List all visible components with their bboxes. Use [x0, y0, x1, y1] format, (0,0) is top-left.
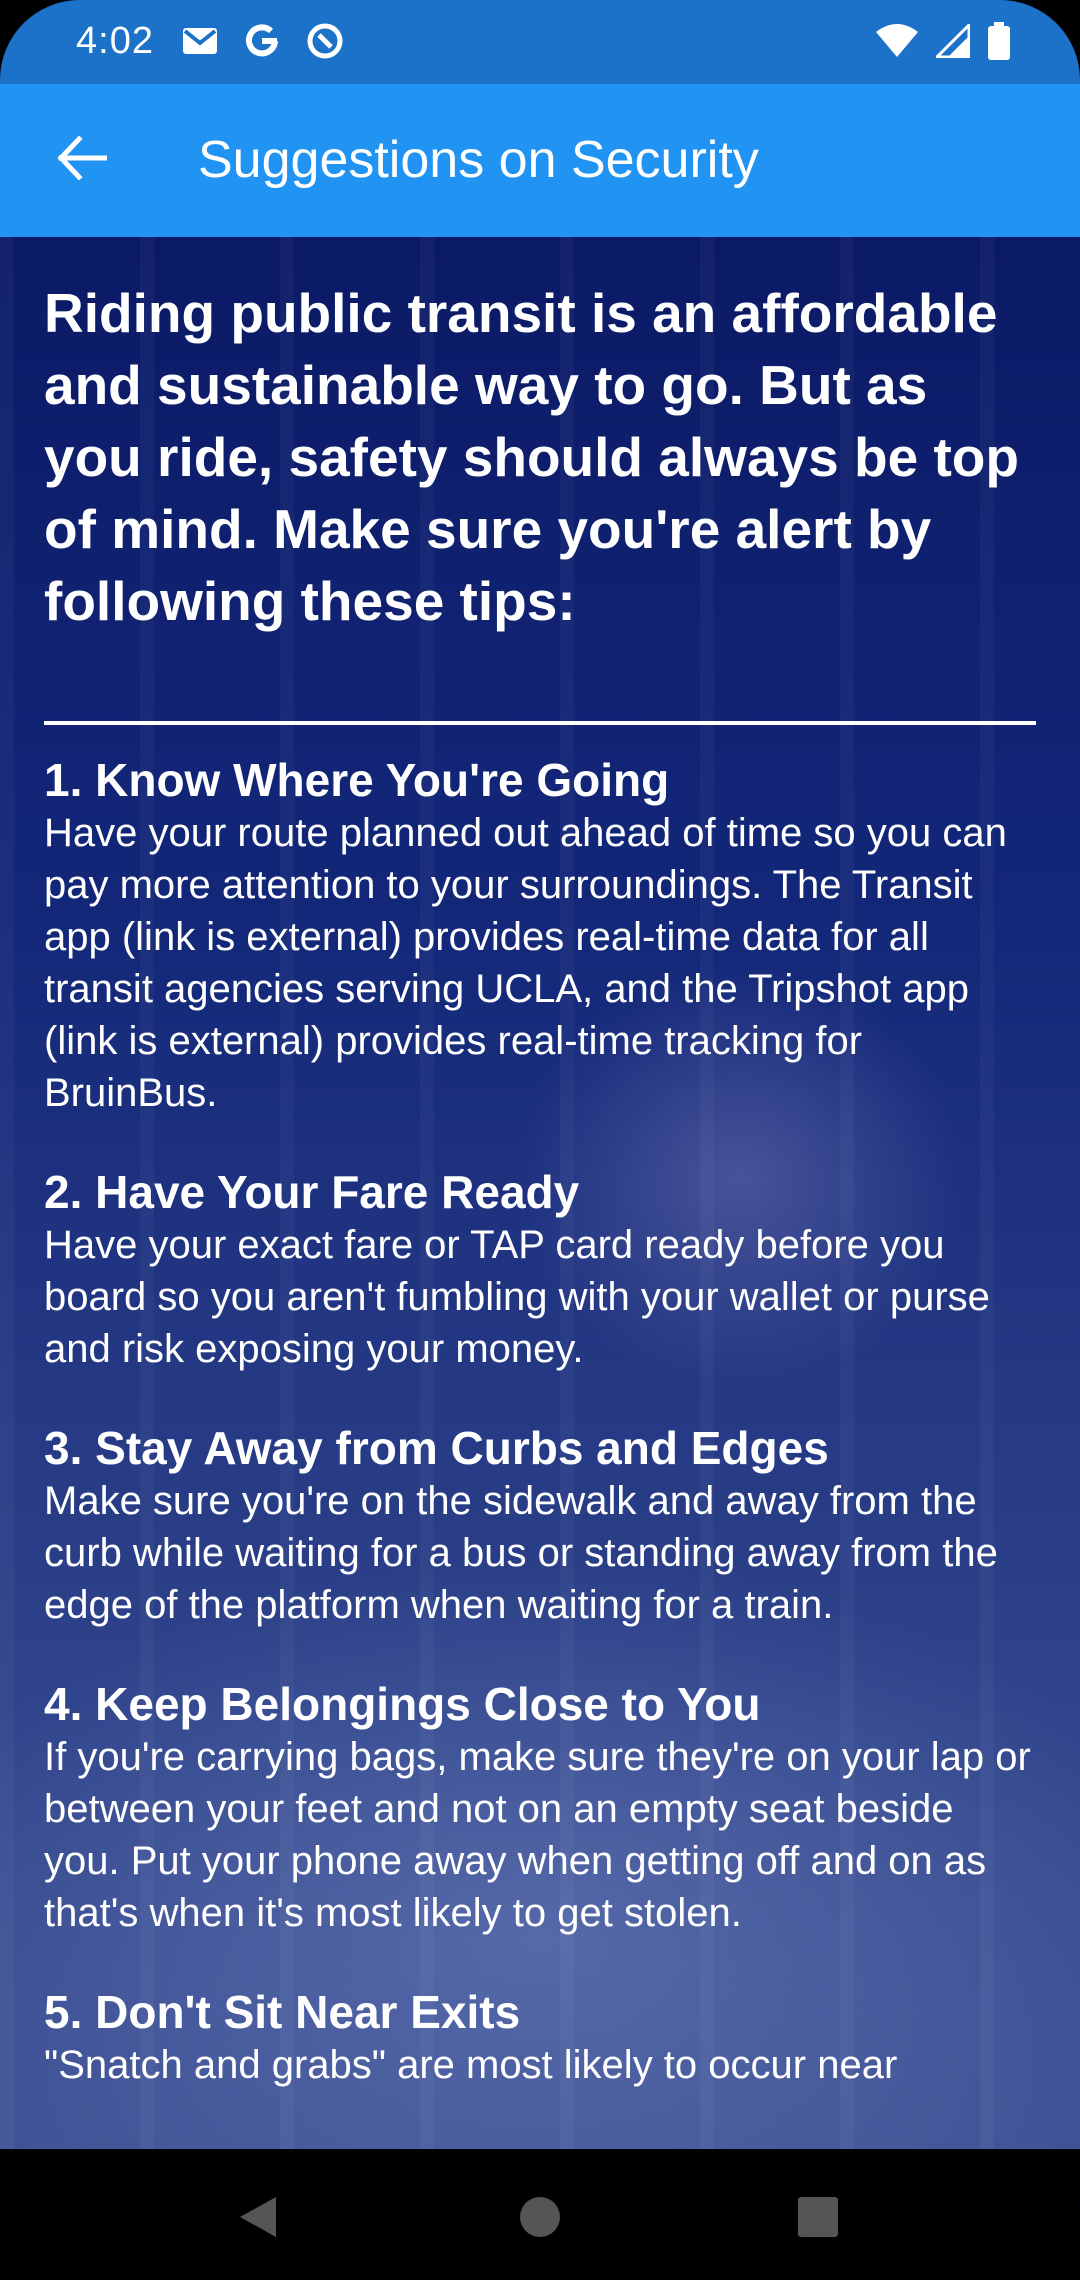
nav-back-button[interactable]: [222, 2183, 294, 2255]
battery-icon: [988, 21, 1010, 65]
content-inner: Riding public transit is an affordable a…: [44, 277, 1036, 2091]
status-time: 4:02: [76, 20, 154, 62]
tip-body: Have your exact fare or TAP card ready b…: [44, 1223, 990, 1371]
tip-title: 3. Stay Away from Curbs and Edges: [44, 1422, 829, 1474]
home-circle-icon: [518, 2195, 562, 2244]
tip-item: 2. Have Your Fare Ready Have your exact …: [44, 1165, 1036, 1375]
status-system-icons: [876, 20, 1010, 66]
back-button[interactable]: [46, 124, 118, 196]
wifi-icon: [876, 23, 918, 63]
arrow-back-icon: [57, 134, 108, 185]
tip-title: 4. Keep Belongings Close to You: [44, 1678, 761, 1730]
tip-item: 3. Stay Away from Curbs and Edges Make s…: [44, 1421, 1036, 1631]
tip-item: 4. Keep Belongings Close to You If you'r…: [44, 1677, 1036, 1939]
tip-item: 1. Know Where You're Going Have your rou…: [44, 753, 1036, 1119]
back-triangle-icon: [236, 2193, 280, 2246]
intro-text: Riding public transit is an affordable a…: [44, 282, 1019, 632]
tip-body: Have your route planned out ahead of tim…: [44, 811, 1007, 1115]
tip-body: Make sure you're on the sidewalk and awa…: [44, 1479, 998, 1627]
app-bar: Suggestions on Security: [0, 84, 1080, 237]
signal-icon: [933, 20, 971, 63]
nav-recents-button[interactable]: [782, 2183, 854, 2255]
tip-body: "Snatch and grabs" are most likely to oc…: [44, 2043, 898, 2087]
page-title: Suggestions on Security: [198, 131, 759, 189]
divider: [44, 721, 1036, 725]
system-nav-bar: [0, 2149, 1080, 2280]
recents-square-icon: [797, 2196, 839, 2243]
tip-body: If you're carrying bags, make sure they'…: [44, 1735, 1031, 1935]
tip-item: 5. Don't Sit Near Exits "Snatch and grab…: [44, 1985, 1036, 2091]
data-saver-icon: [306, 22, 344, 65]
tip-title: 1. Know Where You're Going: [44, 754, 670, 806]
status-notification-icons: [182, 20, 344, 66]
gmail-icon: [182, 27, 218, 60]
phone-screen: 4:02 Suggestions on Security Riding publ…: [0, 0, 1080, 2280]
nav-home-button[interactable]: [504, 2183, 576, 2255]
google-icon: [244, 23, 280, 64]
tip-title: 2. Have Your Fare Ready: [44, 1166, 580, 1218]
status-bar: 4:02: [0, 0, 1080, 84]
tip-title: 5. Don't Sit Near Exits: [44, 1986, 521, 2038]
content-scroll-area[interactable]: Riding public transit is an affordable a…: [0, 237, 1080, 2149]
